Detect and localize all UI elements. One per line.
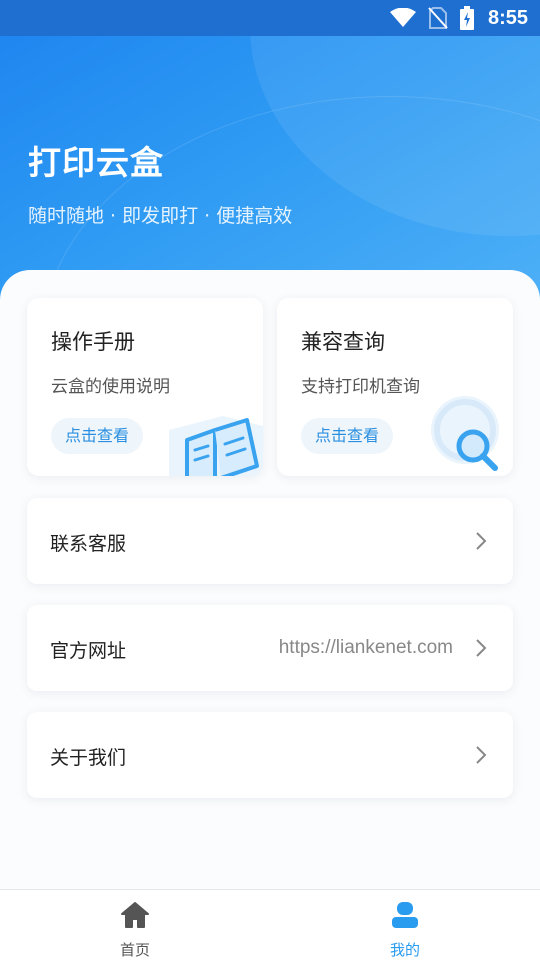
row-label: 联系客服 (50, 533, 127, 555)
chevron-right-icon (475, 745, 487, 769)
manual-card[interactable]: 操作手册 云盒的使用说明 点击查看 (27, 298, 263, 476)
tab-label: 首页 (119, 941, 150, 959)
about-us-row[interactable]: 关于我们 (27, 712, 513, 798)
website-url: https://liankenet.com (278, 637, 453, 658)
battery-charging-icon (459, 6, 474, 30)
bottom-nav: 首页 我的 (0, 889, 540, 960)
row-label: 官方网址 (50, 640, 127, 662)
view-compat-button[interactable]: 点击查看 (301, 418, 394, 454)
no-sim-icon (428, 7, 448, 29)
tab-home[interactable]: 首页 (0, 890, 270, 960)
home-icon (120, 901, 150, 933)
tab-label: 我的 (389, 941, 420, 959)
book-icon (165, 398, 263, 476)
app-subtitle: 随时随地 · 即发即打 · 便捷高效 (28, 205, 293, 227)
card-desc: 支持打印机查询 (301, 377, 420, 397)
chevron-right-icon (475, 531, 487, 555)
magnifier-icon (427, 390, 513, 476)
card-title: 兼容查询 (301, 330, 385, 354)
card-title: 操作手册 (51, 330, 135, 354)
user-icon (390, 901, 420, 933)
tab-mine[interactable]: 我的 (270, 890, 540, 960)
official-website-row[interactable]: 官方网址 https://liankenet.com (27, 605, 513, 691)
status-bar: 8:55 (0, 0, 540, 36)
clock: 8:55 (487, 6, 528, 29)
view-manual-button[interactable]: 点击查看 (51, 418, 144, 454)
card-desc: 云盒的使用说明 (51, 377, 170, 397)
compat-card[interactable]: 兼容查询 支持打印机查询 点击查看 (277, 298, 513, 476)
row-label: 关于我们 (50, 747, 127, 769)
app-title: 打印云盒 (28, 143, 164, 182)
chevron-right-icon (475, 638, 487, 662)
contact-support-row[interactable]: 联系客服 (27, 498, 513, 584)
wifi-icon (389, 8, 416, 28)
